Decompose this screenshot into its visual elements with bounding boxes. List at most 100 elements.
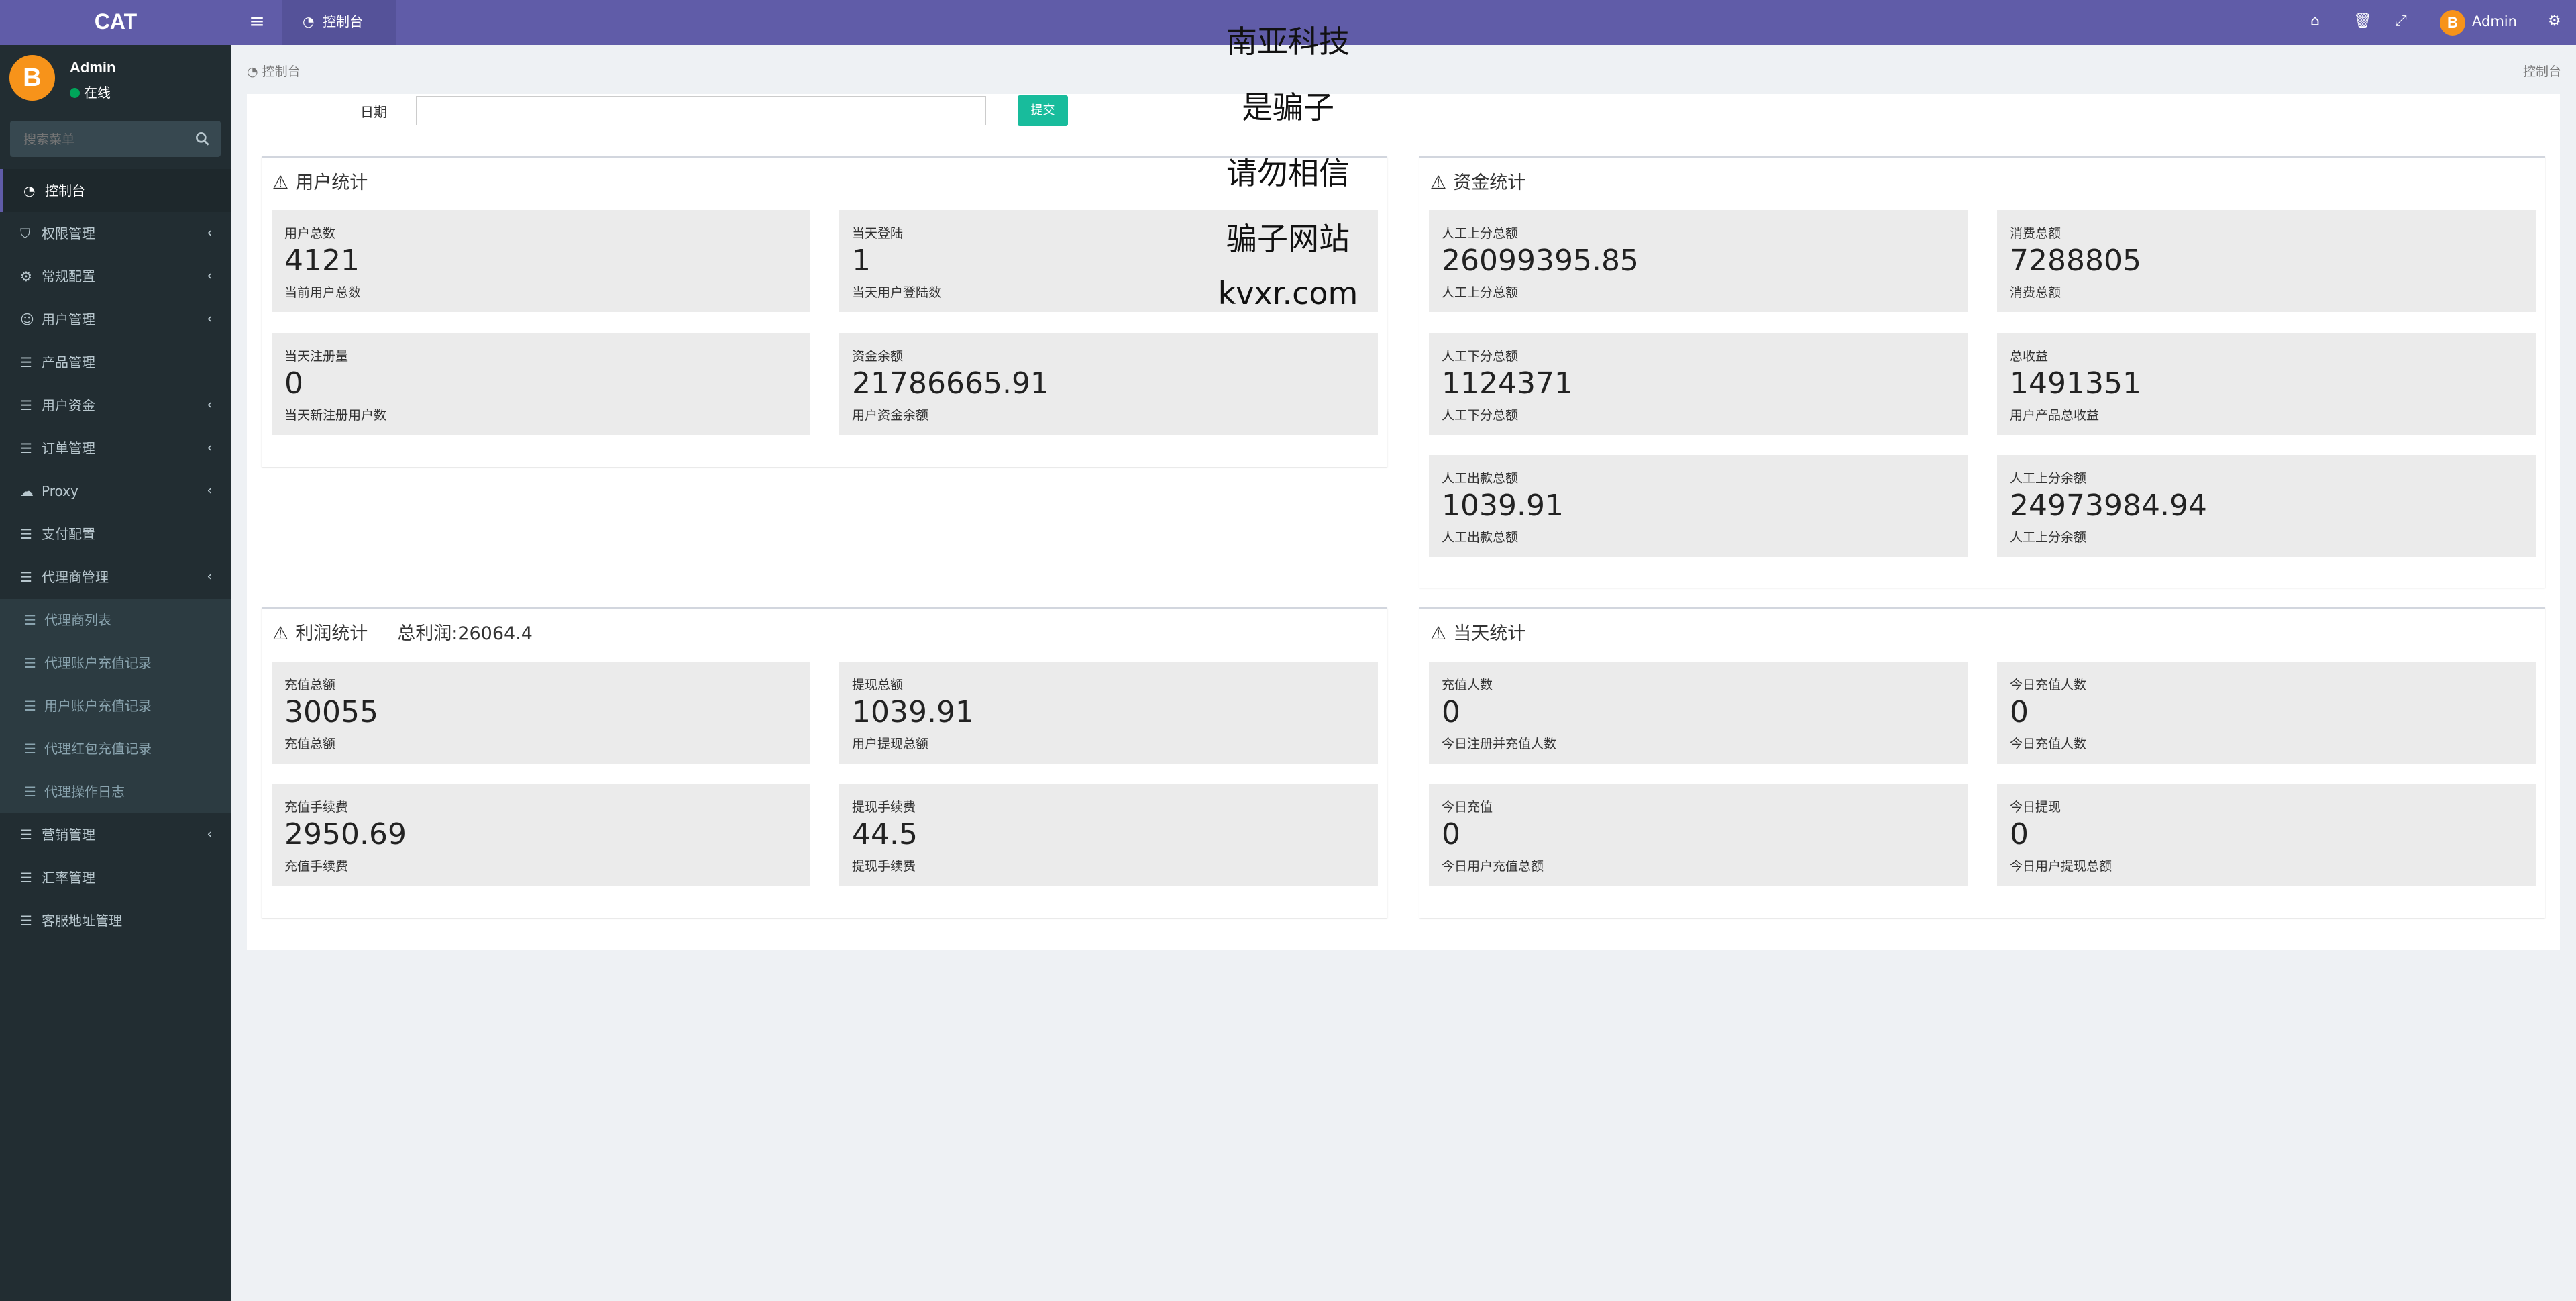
stat-caption: 人工上分余额 <box>2010 530 2087 545</box>
stat-caption: 今日注册并充值人数 <box>1442 737 1557 751</box>
list-icon: ☰ <box>20 870 32 886</box>
stat-card: 当天注册量 0 当天新注册用户数 <box>272 333 810 435</box>
sidebar-item[interactable]: ◔ 控制台 <box>0 169 231 212</box>
stat-label: 提现总额 <box>852 678 904 692</box>
stat-label: 资金余额 <box>852 349 904 364</box>
sidebar-item[interactable]: ☰ 客服地址管理 <box>0 899 231 942</box>
sidebar-item[interactable]: ☰ 用户资金 ‹ <box>0 384 231 427</box>
stat-label: 充值总额 <box>284 678 336 692</box>
sidebar-item-label: 常规配置 <box>42 268 95 284</box>
stat-card: 人工下分总额 1124371 人工下分总额 <box>1429 333 1968 435</box>
total-profit: 总利润:26064.4 <box>397 623 533 644</box>
stat-value: 7288805 <box>2010 244 2141 278</box>
sidebar-item-label: 权限管理 <box>42 225 95 242</box>
sidebar-item[interactable]: ☁ Proxy ‹ <box>0 470 231 513</box>
user-stats-title-text: 用户统计 <box>295 172 368 193</box>
search-icon[interactable] <box>194 130 211 148</box>
sidebar-item-label: 客服地址管理 <box>42 913 122 929</box>
stat-label: 总收益 <box>2010 349 2049 364</box>
stat-label: 人工下分总额 <box>1442 349 1519 364</box>
sidebar: CAT B Admin 在线 ◔ 控制台 ⛉ 权限管理 ‹ ⚙ 常规配置 ‹ ☺ 用户管理 ‹ ☰ 产品… <box>0 0 231 1301</box>
tab-dashboard-label: 控制台 <box>323 13 363 30</box>
stat-card: 用户总数 4121 当前用户总数 <box>272 210 810 312</box>
online-status-dot <box>70 88 80 98</box>
stat-label: 当天注册量 <box>284 349 349 364</box>
stat-value: 1491351 <box>2010 366 2141 401</box>
stat-value: 1 <box>852 244 871 278</box>
date-label: 日期 <box>360 104 387 120</box>
sidebar-subitem[interactable]: ☰ 代理红包充值记录 <box>0 727 231 770</box>
sidebar-item[interactable]: ☰ 产品管理 <box>0 341 231 384</box>
user-status: 在线 <box>70 82 111 101</box>
sidebar-item[interactable]: ☰ 支付配置 <box>0 513 231 556</box>
breadcrumb[interactable]: ◔ 控制台 <box>247 62 301 80</box>
stat-label: 消费总额 <box>2010 226 2061 241</box>
warning-icon: ⚠ <box>1430 623 1447 644</box>
stat-value: 30055 <box>284 695 378 729</box>
sidebar-item[interactable]: ☰ 汇率管理 <box>0 856 231 899</box>
date-input[interactable] <box>416 96 986 125</box>
sidebar-item[interactable]: ☰ 订单管理 ‹ <box>0 427 231 470</box>
sidebar-item-label: 用户账户充值记录 <box>44 698 152 714</box>
chevron-down-icon: ‹ <box>207 568 213 585</box>
warning-icon: ⚠ <box>272 172 289 193</box>
list-icon: ☰ <box>20 397 32 413</box>
chevron-left-icon: ‹ <box>207 826 213 843</box>
stat-caption: 人工出款总额 <box>1442 530 1519 545</box>
topbar-avatar[interactable]: B <box>2440 10 2465 36</box>
menu-search-input[interactable] <box>10 121 199 158</box>
trash-icon[interactable]: 🗑 <box>2353 0 2372 45</box>
stat-label: 今日提现 <box>2010 800 2061 815</box>
stat-caption: 用户产品总收益 <box>2010 408 2100 423</box>
app-logo[interactable]: CAT <box>0 0 231 45</box>
stat-card: 人工出款总额 1039.91 人工出款总额 <box>1429 455 1968 557</box>
sidebar-item[interactable]: ⛉ 权限管理 ‹ <box>0 212 231 255</box>
warning-icon: ⚠ <box>272 623 289 644</box>
user-stats-title: ⚠ 用户统计 <box>272 168 368 194</box>
stat-value: 0 <box>284 366 303 401</box>
shield-icon: ⛉ <box>20 225 30 242</box>
home-icon[interactable]: ⌂ <box>2310 0 2320 45</box>
sidebar-item[interactable]: ☰ 营销管理 ‹ <box>0 813 231 856</box>
sidebar-item-label: 代理红包充值记录 <box>44 741 152 757</box>
stat-label: 充值手续费 <box>284 800 349 815</box>
sidebar-toggle-button[interactable]: ≡ <box>244 0 270 45</box>
sidebar-item[interactable]: ☺ 用户管理 ‹ <box>0 298 231 341</box>
sidebar-subitem[interactable]: ☰ 代理商列表 <box>0 599 231 641</box>
cloud-icon: ☁ <box>20 483 34 499</box>
list-icon: ☰ <box>20 354 32 370</box>
stat-label: 今日充值人数 <box>2010 678 2087 692</box>
stat-caption: 今日充值人数 <box>2010 737 2087 751</box>
sidebar-item-label: Proxy <box>42 483 78 499</box>
sidebar-item[interactable]: ⚙ 常规配置 ‹ <box>0 255 231 298</box>
stat-card: 今日充值 0 今日用户充值总额 <box>1429 784 1968 886</box>
sidebar-subitem[interactable]: ☰ 用户账户充值记录 <box>0 684 231 727</box>
today-stats-title-text: 当天统计 <box>1453 623 1526 644</box>
profit-stats-title-text: 利润统计 <box>295 623 368 644</box>
stat-card: 人工上分总额 26099395.85 人工上分总额 <box>1429 210 1968 312</box>
sidebar-item-label: 代理账户充值记录 <box>44 655 152 671</box>
list-icon: ☰ <box>20 827 32 843</box>
stat-card: 今日充值人数 0 今日充值人数 <box>1997 662 2536 764</box>
settings-gears-icon[interactable]: ⚙ <box>2548 0 2561 45</box>
sidebar-item[interactable]: ☰ 代理商管理 ‹ <box>0 556 231 599</box>
sidebar-subitem[interactable]: ☰ 代理操作日志 <box>0 770 231 813</box>
watermark-line: 南亚科技 <box>1226 23 1350 60</box>
stat-caption: 充值手续费 <box>284 859 349 874</box>
list-icon: ☰ <box>20 569 32 585</box>
stat-caption: 人工下分总额 <box>1442 408 1519 423</box>
sidebar-item-label: 代理操作日志 <box>44 784 125 800</box>
fullscreen-icon[interactable]: ⤢ <box>2395 0 2407 45</box>
stat-value: 0 <box>2010 817 2029 851</box>
sidebar-item-label: 汇率管理 <box>42 870 95 886</box>
stat-value: 44.5 <box>852 817 918 851</box>
stat-caption: 用户资金余额 <box>852 408 929 423</box>
list-icon: ☰ <box>20 526 32 542</box>
topbar-user-name[interactable]: Admin <box>2472 0 2517 45</box>
tab-dashboard[interactable]: ◔ 控制台 <box>282 0 396 45</box>
stat-value: 24973984.94 <box>2010 488 2207 523</box>
sidebar-subitem[interactable]: ☰ 代理账户充值记录 <box>0 641 231 684</box>
submit-button[interactable]: 提交 <box>1018 95 1068 126</box>
today-stats-title: ⚠ 当天统计 <box>1430 619 1525 645</box>
list-icon: ☰ <box>24 655 36 671</box>
